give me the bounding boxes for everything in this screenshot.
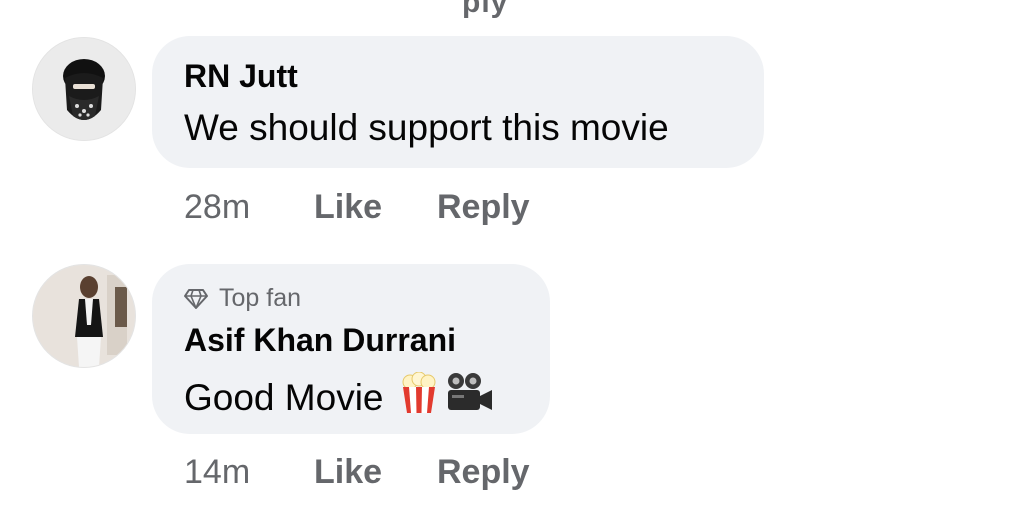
comment-bubble: Top fan Asif Khan Durrani Good Movie — [152, 264, 550, 434]
comment-text: We should support this movie — [184, 107, 669, 148]
comment-bubble: RN Jutt We should support this movie — [152, 36, 764, 168]
comment-actions: 28m Like Reply — [184, 188, 584, 232]
like-button[interactable]: Like — [314, 188, 382, 227]
comment-timestamp[interactable]: 14m — [184, 453, 250, 492]
movie-camera-emoji — [444, 372, 494, 414]
comment-actions: 14m Like Reply — [184, 453, 584, 497]
reply-button[interactable]: Reply — [437, 188, 530, 227]
avatar-image — [33, 265, 135, 367]
avatar[interactable] — [32, 264, 136, 368]
comment-author[interactable]: Asif Khan Durrani — [184, 322, 456, 359]
popcorn-emoji — [398, 372, 440, 414]
diamond-icon — [184, 288, 208, 309]
previous-reply-link-partial[interactable]: ply — [462, 0, 508, 20]
comment-text: Good Movie — [184, 377, 384, 418]
like-button[interactable]: Like — [314, 453, 382, 492]
avatar-image — [33, 38, 135, 140]
comments-view: ply RN Jutt We should support this movie… — [0, 0, 1024, 514]
avatar[interactable] — [32, 37, 136, 141]
comment-timestamp[interactable]: 28m — [184, 188, 250, 227]
reply-button[interactable]: Reply — [437, 453, 530, 492]
comment-author[interactable]: RN Jutt — [184, 58, 298, 95]
comment-text-row: Good Movie — [184, 372, 494, 419]
badge-label: Top fan — [219, 284, 302, 312]
top-fan-badge[interactable]: Top fan — [183, 284, 301, 313]
